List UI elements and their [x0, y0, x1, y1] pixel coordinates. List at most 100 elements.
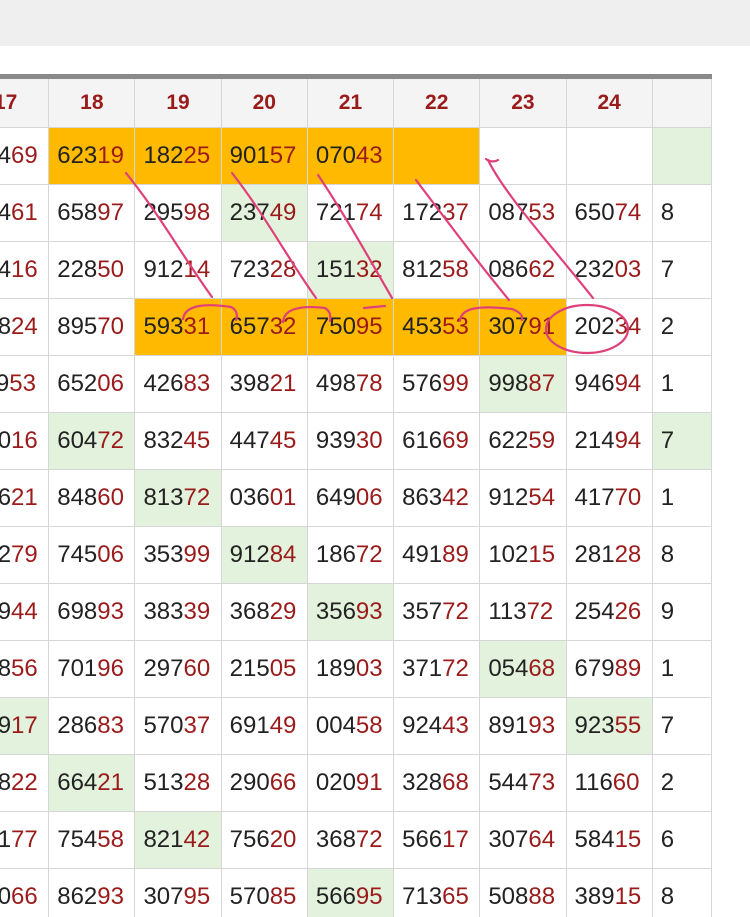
number-prefix: 623: [57, 142, 98, 169]
result-cell: 08662: [479, 241, 567, 299]
number-prefix: 215: [229, 655, 270, 682]
result-cell: 91254: [479, 469, 567, 527]
result-cell: 84860: [48, 469, 136, 527]
result-cell: 20234: [565, 298, 653, 356]
number-tail: 57: [269, 142, 297, 169]
result-cell: 82142: [134, 811, 222, 869]
result-cell: 62259: [479, 412, 567, 470]
number-prefix: 004: [315, 712, 356, 739]
result-cell: 50888: [479, 868, 567, 917]
number-prefix: 130: [0, 427, 11, 454]
column-header: 18: [48, 76, 136, 128]
result-cell: 42683: [134, 355, 222, 413]
result-cell: 13016: [0, 412, 50, 470]
result-cell: 86342: [393, 469, 481, 527]
number-tail: 94: [614, 370, 642, 397]
result-cell: 11372: [479, 583, 567, 641]
number-tail: 88: [528, 883, 556, 910]
number-tail: 62: [528, 256, 556, 283]
number-tail: 68: [442, 769, 469, 796]
number-prefix: 7: [660, 256, 675, 283]
number-prefix: 657: [229, 313, 270, 340]
top-bar: [0, 0, 750, 46]
number-prefix: 616: [402, 427, 443, 454]
result-cell: 69149: [220, 697, 308, 755]
number-tail: 85: [269, 883, 297, 910]
result-cell: 99887: [479, 355, 567, 413]
result-cell: 35772: [393, 583, 481, 641]
result-cell: 75458: [48, 811, 136, 869]
result-cell: 29066: [0, 868, 50, 917]
number-prefix: 356: [315, 598, 356, 625]
number-tail: 68: [528, 655, 556, 682]
column-header: 17: [0, 76, 50, 128]
number-tail: 55: [614, 712, 642, 739]
number-prefix: 070: [315, 142, 356, 169]
number-prefix: 151: [315, 256, 356, 283]
result-cell: 93930: [306, 412, 395, 470]
result-cell: 30795: [134, 868, 222, 917]
number-prefix: 895: [57, 313, 98, 340]
number-tail: 05: [269, 655, 297, 682]
result-cell: [479, 127, 567, 185]
result-cell: 2: [651, 754, 713, 812]
result-cell: 12917: [0, 697, 50, 755]
number-prefix: 566: [315, 883, 356, 910]
table-row: 4917775458821427562036872566173076458415…: [0, 811, 713, 869]
number-prefix: 862: [57, 883, 98, 910]
number-tail: 77: [11, 826, 38, 853]
number-tail: 53: [528, 199, 556, 226]
result-cell: 08753: [479, 184, 567, 242]
result-cell: 49177: [0, 811, 50, 869]
number-tail: 93: [528, 712, 556, 739]
number-tail: 61: [11, 199, 38, 226]
number-tail: 78: [355, 370, 383, 397]
result-cell: 25426: [565, 583, 653, 641]
column-header: 22: [393, 76, 481, 128]
number-prefix: 491: [0, 826, 11, 853]
number-prefix: 508: [488, 883, 529, 910]
result-cell: 92443: [393, 697, 481, 755]
result-cell: 17237: [393, 184, 481, 242]
number-prefix: 186: [315, 541, 356, 568]
number-prefix: 513: [143, 769, 184, 796]
result-cell: 36416: [0, 241, 50, 299]
number-prefix: 939: [315, 427, 356, 454]
number-prefix: 8: [660, 199, 675, 226]
number-prefix: 295: [143, 199, 184, 226]
number-tail: 42: [183, 826, 211, 853]
number-prefix: 756: [229, 826, 270, 853]
number-tail: 01: [269, 484, 297, 511]
number-prefix: 268: [0, 313, 11, 340]
result-cell: 2: [651, 298, 713, 356]
result-cell: 57085: [220, 868, 308, 917]
number-prefix: 593: [143, 313, 184, 340]
number-prefix: 7: [660, 712, 675, 739]
result-cell: 32868: [393, 754, 481, 812]
result-cell: 86293: [48, 868, 136, 917]
number-prefix: 924: [402, 712, 443, 739]
column-header: [651, 76, 713, 128]
number-tail: 99: [183, 541, 211, 568]
result-cell: 58415: [565, 811, 653, 869]
number-prefix: 349: [0, 598, 11, 625]
result-cell: 37172: [393, 640, 481, 698]
number-tail: 34: [614, 313, 642, 340]
number-prefix: 214: [0, 199, 11, 226]
number-tail: 16: [11, 427, 38, 454]
result-cell: 49878: [306, 355, 395, 413]
result-cell: 65897: [48, 184, 136, 242]
number-tail: 28: [269, 256, 297, 283]
number-prefix: 863: [402, 484, 443, 511]
number-prefix: 723: [229, 256, 270, 283]
results-table-viewport[interactable]: 1718192021222324 39469623191822590157070…: [0, 74, 750, 917]
result-cell: 8: [651, 526, 713, 584]
number-prefix: 7: [660, 427, 675, 454]
number-prefix: 658: [57, 199, 98, 226]
number-prefix: 6: [660, 826, 675, 853]
number-prefix: 576: [402, 370, 443, 397]
number-tail: 42: [442, 484, 469, 511]
number-prefix: 848: [57, 484, 98, 511]
result-cell: 30791: [479, 298, 567, 356]
number-prefix: 832: [143, 427, 184, 454]
